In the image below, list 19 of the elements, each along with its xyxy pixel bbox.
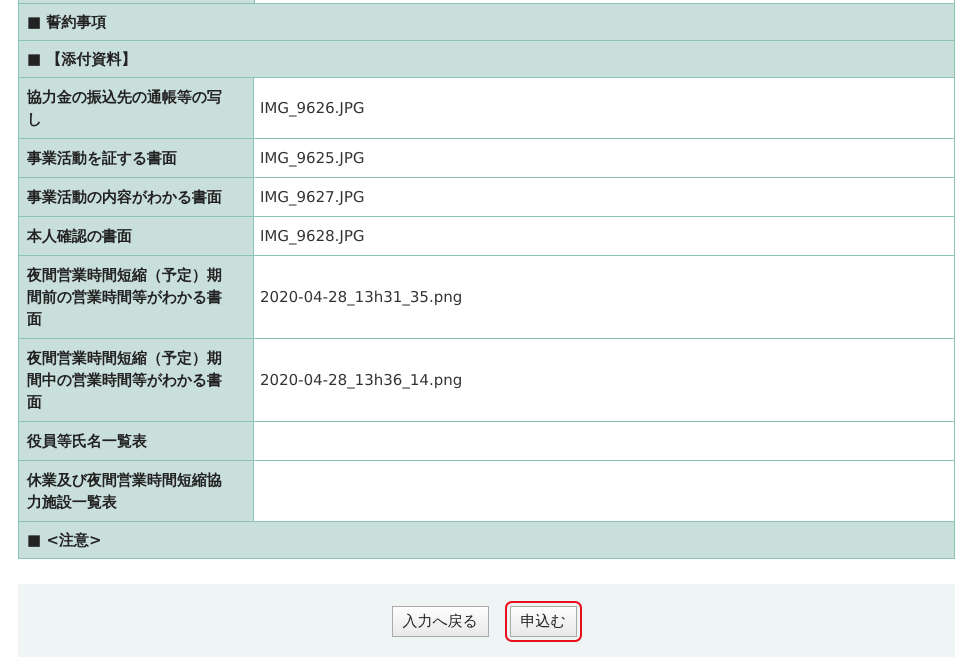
row-label: 休業及び夜間営業時間短縮協力施設一覧表: [19, 461, 254, 521]
row-label: 事業活動を証する書面: [19, 139, 254, 177]
row-label: 事業活動の内容がわかる書面: [19, 178, 254, 216]
file-name: IMG_9626.JPG: [260, 99, 365, 117]
row-label: 協力金の振込先の通帳等の写し: [19, 78, 254, 138]
section-heading: ■ 【添付資料】: [19, 41, 954, 78]
back-button[interactable]: 入力へ戻る: [392, 606, 488, 637]
submit-button[interactable]: 申込む: [510, 606, 576, 637]
row-label: 本人確認の書面: [19, 217, 254, 255]
file-name: IMG_9627.JPG: [260, 188, 365, 206]
file-name: IMG_9625.JPG: [260, 149, 365, 167]
section-heading: ■ 誓約事項: [19, 4, 954, 41]
file-name: 2020-04-28_13h31_35.png: [260, 288, 462, 306]
row-label: 夜間営業時間短縮（予定）期間前の営業時間等がわかる書面: [19, 256, 254, 338]
row-label: 夜間営業時間短縮（予定）期間中の営業時間等がわかる書面: [19, 339, 254, 421]
section-heading: ■ <注意>: [19, 522, 954, 558]
file-name: IMG_9628.JPG: [260, 227, 365, 245]
file-name: 2020-04-28_13h36_14.png: [260, 371, 462, 389]
row-label: 役員等氏名一覧表: [19, 422, 254, 460]
